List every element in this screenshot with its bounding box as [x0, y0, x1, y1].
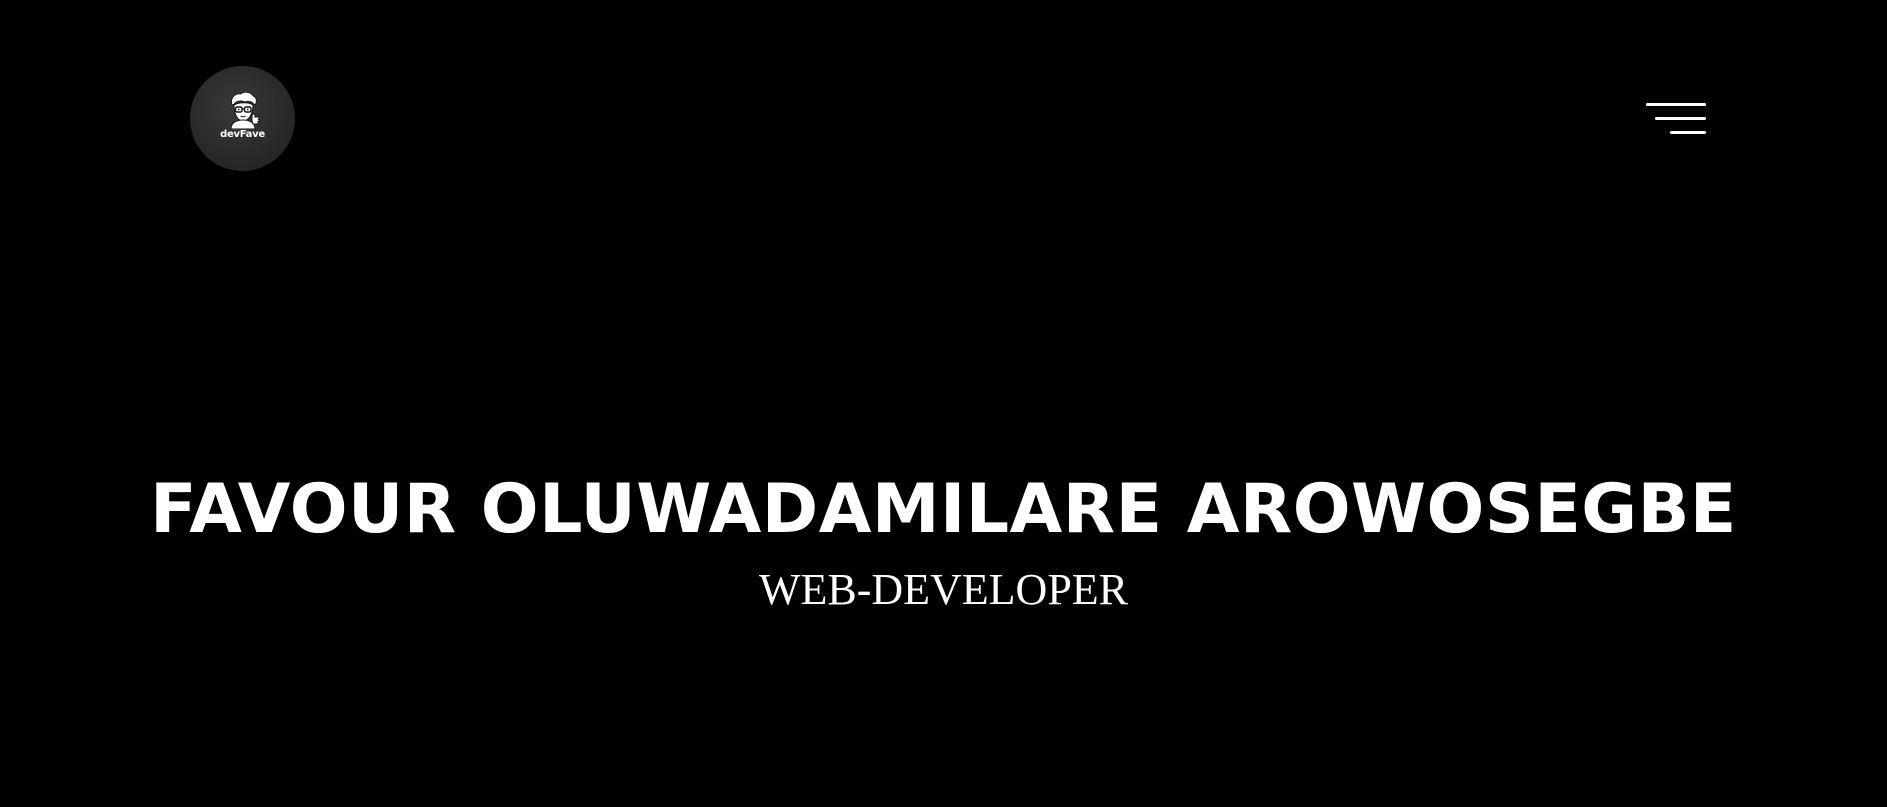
site-header: devFave — [0, 0, 1887, 200]
developer-avatar-icon — [229, 91, 260, 129]
menu-line-middle — [1655, 117, 1706, 120]
menu-button[interactable] — [1646, 100, 1708, 138]
logo-text: devFave — [220, 128, 265, 140]
logo[interactable]: devFave — [190, 66, 295, 171]
hero-name: FAVOUR OLUWADAMILARE AROWOSEGBE — [150, 470, 1737, 549]
page: devFave FAVOUR OLUWADAMILARE AROWOSEGBE … — [0, 0, 1887, 807]
hero-role: WEB-DEVELOPER — [758, 565, 1129, 614]
menu-line-bottom — [1670, 131, 1706, 134]
menu-line-top — [1646, 103, 1706, 106]
logo-badge: devFave — [213, 89, 273, 149]
hero-section: FAVOUR OLUWADAMILARE AROWOSEGBE WEB-DEVE… — [0, 460, 1887, 620]
